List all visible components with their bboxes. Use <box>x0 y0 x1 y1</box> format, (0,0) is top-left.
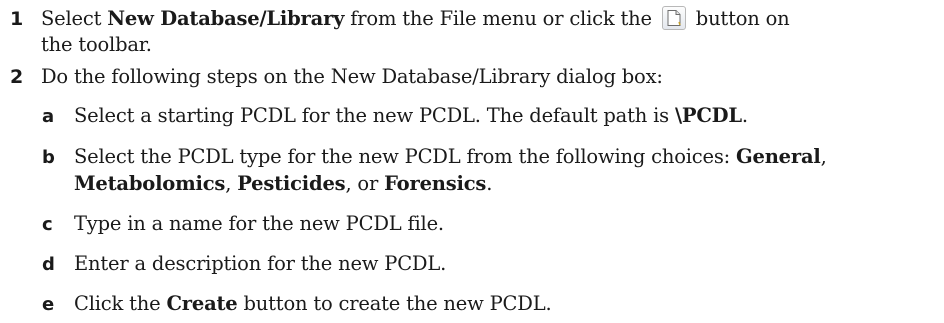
substep-text: Type in a name for the new PCDL file. <box>74 212 444 235</box>
substep-text: , or <box>345 172 385 195</box>
substep-d: Enter a description for the new PCDL. <box>74 250 446 277</box>
substep-text: , <box>225 172 238 195</box>
step-text: the toolbar. <box>41 33 152 56</box>
substep-text: Select the PCDL type for the new PCDL fr… <box>74 145 737 168</box>
step-text: button on <box>689 7 790 30</box>
step-number: 2 <box>10 66 24 88</box>
menu-item-new-database-library: New Database/Library <box>107 7 345 30</box>
substep-text: button to create the new PCDL. <box>237 292 552 315</box>
choice-general: General <box>736 145 821 168</box>
substep-text: Select a starting PCDL for the new PCDL.… <box>74 104 675 127</box>
step-text: Select <box>41 7 108 30</box>
substep-text: , <box>820 145 827 168</box>
substep-text: . <box>486 172 493 195</box>
choice-pesticides: Pesticides <box>237 172 346 195</box>
substep-b-line-2: Metabolomics, Pesticides, or Forensics. <box>74 170 492 197</box>
step-text: from the File menu or click the <box>344 7 658 30</box>
substep-letter: e <box>42 294 55 315</box>
new-database-button[interactable] <box>661 5 686 30</box>
step-number: 1 <box>10 8 24 30</box>
choice-forensics: Forensics <box>384 172 487 195</box>
default-path: \PCDL <box>674 104 742 127</box>
substep-a: Select a starting PCDL for the new PCDL.… <box>74 102 748 129</box>
substep-letter: c <box>42 214 53 235</box>
substep-letter: a <box>42 106 55 127</box>
substep-letter: b <box>42 147 55 168</box>
substep-text: Click the <box>74 292 167 315</box>
substep-b-line-1: Select the PCDL type for the new PCDL fr… <box>74 143 827 170</box>
step-1-line-2: the toolbar. <box>41 31 152 58</box>
substep-text: Enter a description for the new PCDL. <box>74 252 447 275</box>
substep-text: . <box>741 104 748 127</box>
step-text: Do the following steps on the New Databa… <box>41 65 663 88</box>
substep-e: Click the Create button to create the ne… <box>74 290 552 317</box>
substep-letter: d <box>42 254 55 275</box>
substep-c: Type in a name for the new PCDL file. <box>74 210 444 237</box>
choice-metabolomics: Metabolomics <box>74 172 226 195</box>
step-1-line-1: Select New Database/Library from the Fil… <box>41 5 790 32</box>
step-2-line: Do the following steps on the New Databa… <box>41 63 663 90</box>
create-button-label: Create <box>166 292 238 315</box>
